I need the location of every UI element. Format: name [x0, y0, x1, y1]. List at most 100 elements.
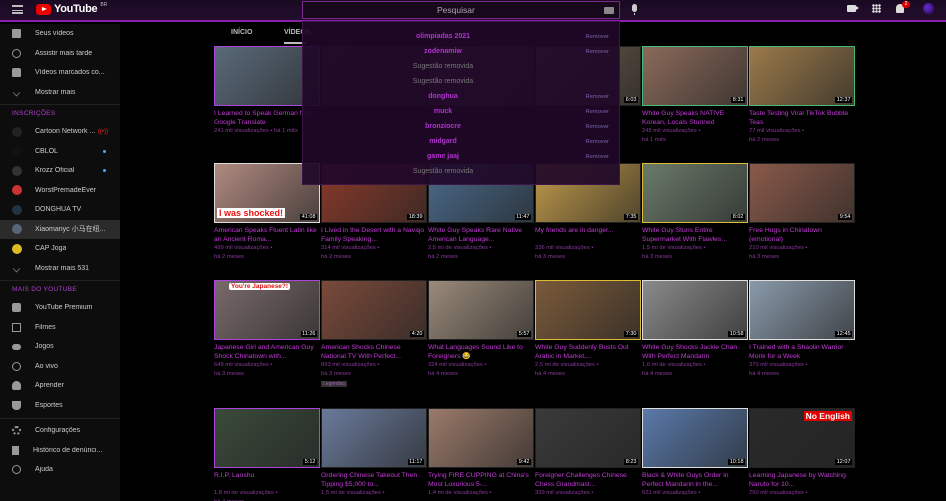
- tab-inicio[interactable]: INÍCIO: [231, 29, 252, 36]
- video-title[interactable]: Free Hugs in Chinatown (emotional): [749, 226, 855, 244]
- video-title[interactable]: White Guy Suddenly Busts Out Arabic in M…: [535, 343, 641, 361]
- sidebar-bottom-item[interactable]: Ajuda: [0, 460, 120, 480]
- video-thumbnail[interactable]: 7:30: [535, 280, 641, 340]
- video-card[interactable]: No English 12:07 Learning Japanese by Watc…: [749, 408, 855, 499]
- remove-suggestion-link[interactable]: Remover: [585, 139, 609, 145]
- video-title[interactable]: White Guy Shocks Jackie Chan With Perfec…: [642, 343, 748, 361]
- video-title[interactable]: I Lived in the Desert with a Navajo Fami…: [321, 226, 427, 244]
- search-input[interactable]: [303, 2, 619, 18]
- remove-suggestion-link[interactable]: Remover: [585, 49, 609, 55]
- search-suggestion[interactable]: olimpiadas 2021 Remover: [303, 30, 621, 45]
- search-suggestion[interactable]: donghua Remover: [303, 90, 621, 105]
- video-thumbnail[interactable]: 10:18: [642, 408, 748, 468]
- subscription-item[interactable]: Cartoon Network ... ((•)): [0, 122, 120, 142]
- remove-suggestion-link[interactable]: Remover: [585, 34, 609, 40]
- subscription-item[interactable]: Krozz Oficial: [0, 161, 120, 181]
- keyboard-icon[interactable]: [604, 7, 614, 14]
- video-thumbnail[interactable]: 12:37: [749, 46, 855, 106]
- subscription-item[interactable]: Xiaomanyc 小马在纽...: [0, 219, 120, 239]
- video-title[interactable]: White Guy Stuns Entire Supermarket With …: [642, 226, 748, 244]
- suggestion-text[interactable]: olimpiadas 2021: [303, 33, 583, 40]
- video-card[interactable]: 5:57 What Languages Sound Like to Foreign…: [428, 280, 534, 378]
- video-thumbnail[interactable]: 10:58: [642, 280, 748, 340]
- suggestion-text[interactable]: game jaaj: [303, 153, 583, 160]
- video-card[interactable]: 10:58 White Guy Shocks Jackie Chan With P…: [642, 280, 748, 378]
- video-thumbnail[interactable]: 8:02: [642, 163, 748, 223]
- create-video-icon[interactable]: [847, 5, 859, 12]
- sidebar-more-item[interactable]: Ao vivo: [0, 357, 120, 377]
- user-avatar[interactable]: [923, 3, 934, 14]
- video-card[interactable]: 12:37 Taste Testing Viral TikTok Bubble T…: [749, 46, 855, 144]
- video-card[interactable]: 4:20 American Shocks Chinese National TV …: [321, 280, 427, 387]
- video-card[interactable]: 5:12 R.I.P. Laoshu 1,8 mi de visualizações…: [214, 408, 320, 501]
- video-thumbnail[interactable]: 9:54: [749, 163, 855, 223]
- video-thumbnail[interactable]: 11:17: [321, 408, 427, 468]
- sidebar-item-1[interactable]: Assistir mais tarde: [0, 44, 120, 64]
- video-title[interactable]: Ordering Chinese Takeout Then Tipping $5…: [321, 471, 427, 489]
- sidebar-bottom-item[interactable]: Configurações: [0, 421, 120, 441]
- video-title[interactable]: White Guy Speaks NATIVE Korean, Locals S…: [642, 109, 748, 127]
- video-card[interactable]: You're Japanese?! 11:26 Japanese Girl and …: [214, 280, 320, 378]
- suggestion-text[interactable]: zodenamiw: [303, 48, 583, 55]
- remove-suggestion-link[interactable]: Remover: [585, 109, 609, 115]
- video-title[interactable]: R.I.P. Laoshu: [214, 471, 320, 489]
- video-card[interactable]: 8:02 White Guy Stuns Entire Supermarket W…: [642, 163, 748, 261]
- remove-suggestion-link[interactable]: Remover: [585, 154, 609, 160]
- remove-suggestion-link[interactable]: Remover: [585, 94, 609, 100]
- video-card[interactable]: 9:54 Free Hugs in Chinatown (emotional) 21…: [749, 163, 855, 261]
- video-card[interactable]: 8:31 White Guy Speaks NATIVE Korean, Loca…: [642, 46, 748, 144]
- remove-suggestion-link[interactable]: Remover: [585, 124, 609, 130]
- video-thumbnail[interactable]: 5:57: [428, 280, 534, 340]
- search-suggestion[interactable]: zodenamiw Remover: [303, 45, 621, 60]
- video-title[interactable]: American Shocks Chinese National TV With…: [321, 343, 427, 361]
- video-title[interactable]: My friends are in danger...: [535, 226, 641, 244]
- suggestion-text[interactable]: muck: [303, 108, 583, 115]
- subscription-item[interactable]: CAP Joga: [0, 239, 120, 259]
- video-title[interactable]: Japanese Girl and American Guy Shock Chi…: [214, 343, 320, 361]
- sidebar-item-3[interactable]: Mostrar mais: [0, 83, 120, 103]
- video-card[interactable]: 9:42 Trying FIRE CUPPING at China's Most …: [428, 408, 534, 499]
- video-thumbnail[interactable]: 5:12: [214, 408, 320, 468]
- search-suggestion[interactable]: midgard Remover: [303, 135, 621, 150]
- video-thumbnail[interactable]: No English 12:07: [749, 408, 855, 468]
- video-card[interactable]: 11:17 Ordering Chinese Takeout Then Tippi…: [321, 408, 427, 499]
- youtube-logo[interactable]: YouTube BR: [36, 2, 107, 15]
- video-title[interactable]: Foreigner Challenges Chinese Chess Grand…: [535, 471, 641, 489]
- video-title[interactable]: I Trained with a Shaolin Warrior Monk fo…: [749, 343, 855, 361]
- video-thumbnail[interactable]: You're Japanese?! 11:26: [214, 280, 320, 340]
- suggestion-text[interactable]: donghua: [303, 93, 583, 100]
- video-thumbnail[interactable]: 8:31: [642, 46, 748, 106]
- video-title[interactable]: What Languages Sound Like to Foreigners …: [428, 343, 534, 361]
- sidebar-item-0[interactable]: Seus vídeos: [0, 24, 120, 44]
- video-card[interactable]: 10:18 Black & White Guys Order in Perfect…: [642, 408, 748, 499]
- microphone-icon[interactable]: [632, 4, 637, 15]
- search-box[interactable]: [302, 1, 620, 19]
- sidebar-more-item[interactable]: Aprender: [0, 376, 120, 396]
- subscription-item[interactable]: CBLOL: [0, 142, 120, 162]
- video-thumbnail[interactable]: 4:20: [321, 280, 427, 340]
- video-card[interactable]: 12:45 I Trained with a Shaolin Warrior Mo…: [749, 280, 855, 378]
- menu-icon[interactable]: [12, 5, 23, 14]
- video-thumbnail[interactable]: 12:45: [749, 280, 855, 340]
- video-card[interactable]: 8:23 Foreigner Challenges Chinese Chess G…: [535, 408, 641, 499]
- video-thumbnail[interactable]: 8:23: [535, 408, 641, 468]
- video-title[interactable]: White Guy Speaks Rare Native American La…: [428, 226, 534, 244]
- subscription-item[interactable]: WorstPremadeEver: [0, 181, 120, 201]
- suggestion-text[interactable]: bronziocre: [303, 123, 583, 130]
- video-title[interactable]: Taste Testing Viral TikTok Bubble Teas: [749, 109, 855, 127]
- video-thumbnail[interactable]: 9:42: [428, 408, 534, 468]
- apps-grid-icon[interactable]: [872, 4, 881, 13]
- sidebar-more-item[interactable]: Esportes: [0, 396, 120, 416]
- video-title[interactable]: Trying FIRE CUPPING at China's Most Luxu…: [428, 471, 534, 489]
- subscription-item[interactable]: Mostrar mais 531: [0, 259, 120, 279]
- sidebar-more-item[interactable]: Filmes: [0, 318, 120, 338]
- sidebar-item-2[interactable]: Vídeos marcados co...: [0, 63, 120, 83]
- video-title[interactable]: Learning Japanese by Watching Naruto for…: [749, 471, 855, 489]
- video-title[interactable]: American Speaks Fluent Latin like an Anc…: [214, 226, 320, 244]
- search-suggestion[interactable]: game jaaj Remover: [303, 150, 621, 165]
- video-title[interactable]: Black & White Guys Order in Perfect Mand…: [642, 471, 748, 489]
- subscription-item[interactable]: DONGHUA TV: [0, 200, 120, 220]
- sidebar-more-item[interactable]: YouTube Premium: [0, 298, 120, 318]
- video-card[interactable]: 7:30 White Guy Suddenly Busts Out Arabic …: [535, 280, 641, 378]
- sidebar-more-item[interactable]: Jogos: [0, 337, 120, 357]
